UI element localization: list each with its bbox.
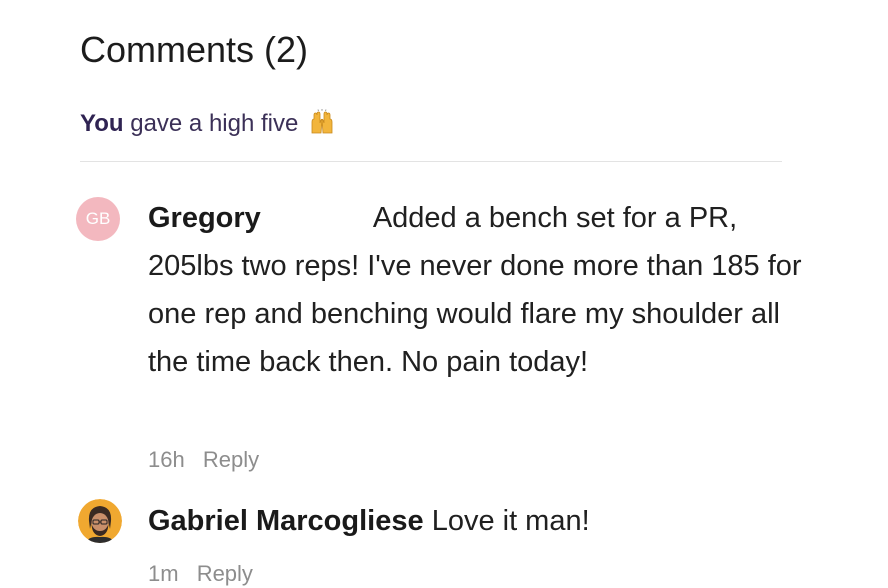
comments-title: Comments (2): [80, 29, 309, 70]
avatar[interactable]: GB: [76, 197, 120, 241]
comment-author[interactable]: Gregory: [148, 202, 261, 234]
high-five-summary: You gave a high five: [80, 109, 335, 143]
high-five-text: gave a high five: [130, 110, 299, 137]
raised-hands-icon: [309, 109, 335, 143]
comment-meta: 16h Reply: [148, 446, 259, 474]
reply-button[interactable]: Reply: [203, 447, 259, 472]
comment-author[interactable]: Gabriel Marcogliese: [148, 505, 424, 537]
reply-button[interactable]: Reply: [197, 561, 253, 586]
comment-message: Love it man!: [431, 505, 590, 537]
high-five-actor[interactable]: You: [80, 110, 124, 137]
comment-text: Gabriel Marcogliese Love it man!: [148, 497, 808, 545]
comment-meta: 1m Reply: [148, 560, 253, 588]
section-divider: [80, 161, 782, 162]
avatar[interactable]: [78, 499, 122, 543]
comments-panel: Comments (2) You gave a high five GB Gre…: [0, 0, 888, 588]
comment-text: Gregory Added a bench set for a PR, 205lb…: [148, 194, 808, 386]
comment-timestamp: 16h: [148, 447, 185, 472]
user-photo-avatar: [78, 499, 122, 543]
comment-timestamp: 1m: [148, 561, 179, 586]
